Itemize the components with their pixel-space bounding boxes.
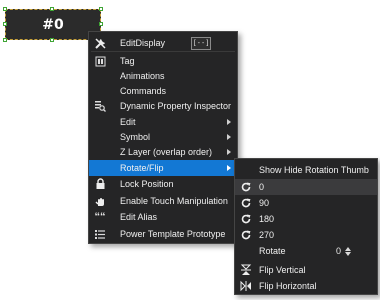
resize-handle-top[interactable] [50, 7, 54, 11]
widget-label: #0 [42, 16, 64, 33]
submenu-arrow-icon [227, 149, 231, 155]
submenu-item-label: Flip Horizontal [259, 281, 317, 291]
rotate-icon [239, 228, 253, 242]
menu-item-label: Tag [120, 56, 135, 66]
submenu-item-rotate-270[interactable]: 270 [235, 227, 377, 243]
menu-divider [91, 51, 235, 52]
submenu-arrow-icon [227, 119, 231, 125]
lock-icon [93, 177, 107, 191]
rotate-icon [239, 196, 253, 210]
rotate-icon [239, 180, 253, 194]
edit-display-button[interactable]: [--] [191, 36, 211, 50]
submenu-item-flip-vertical[interactable]: Flip Vertical [235, 262, 377, 278]
canvas-widget[interactable]: #0 [3, 7, 103, 42]
submenu-item-label: 90 [259, 198, 270, 208]
menu-item-dynamic-property-inspector[interactable]: Dynamic Property Inspector [89, 98, 237, 114]
menu-item-enable-touch-manipulation[interactable]: Enable Touch Manipulation [89, 193, 237, 209]
rotate-label: Rotate [259, 246, 286, 256]
submenu-item-label: 0 [259, 182, 265, 192]
menu-item-label: Symbol [120, 132, 151, 142]
resize-handle-top-left[interactable] [3, 7, 7, 11]
menu-item-label: Animations [120, 71, 165, 81]
menu-item-animations[interactable]: Animations [89, 68, 237, 84]
menu-item-label: Edit Alias [120, 212, 158, 222]
menu-item-label: Enable Touch Manipulation [120, 196, 228, 206]
submenu-item-rotate-180[interactable]: 180 [235, 211, 377, 227]
submenu-arrow-icon [227, 165, 231, 171]
submenu-item-label: 180 [259, 214, 275, 224]
menu-item-label: EditDisplay [120, 38, 166, 48]
tag-icon [93, 54, 107, 68]
resize-handle-top-right[interactable] [99, 7, 103, 11]
submenu-item-rotate-0[interactable]: 0 [235, 179, 377, 195]
rotate-stepper-value[interactable]: 0 [336, 246, 341, 256]
menu-item-label: Commands [120, 86, 167, 96]
submenu-item-show-hide-rotation-thumb[interactable]: Show Hide Rotation Thumb [235, 162, 377, 178]
menu-item-symbol[interactable]: Symbol [89, 129, 237, 145]
rotate-stepper[interactable]: 0 [295, 245, 351, 258]
menu-item-power-template-prototype[interactable]: Power Template Prototype [89, 226, 237, 242]
flip-horizontal-icon [239, 279, 253, 293]
list-icon [93, 227, 107, 241]
menu-item-tag[interactable]: Tag [89, 53, 237, 69]
menu-item-label: Edit [120, 117, 136, 127]
menu-item-label: Power Template Prototype [120, 229, 226, 239]
menu-item-edit[interactable]: Edit [89, 114, 237, 130]
stepper-up-icon[interactable] [345, 246, 351, 251]
resize-handle-bottom[interactable] [50, 38, 54, 42]
rotate-flip-submenu: Show Hide Rotation Thumb 0 90 180 270 Ro… [234, 158, 378, 295]
tools-icon [93, 36, 107, 50]
menu-item-label: Lock Position [120, 179, 174, 189]
menu-item-label: Dynamic Property Inspector [120, 101, 232, 111]
submenu-item-flip-horizontal[interactable]: Flip Horizontal [235, 278, 377, 294]
submenu-arrow-icon [227, 134, 231, 140]
submenu-item-label: 270 [259, 230, 275, 240]
menu-item-z-layer[interactable]: Z Layer (overlap order) [89, 144, 237, 160]
submenu-item-rotate-90[interactable]: 90 [235, 195, 377, 211]
menu-item-commands[interactable]: Commands [89, 83, 237, 99]
rotate-icon [239, 212, 253, 226]
quote-icon: ““ [94, 211, 106, 223]
menu-item-label: Z Layer (overlap order) [120, 147, 213, 157]
touch-icon [93, 194, 107, 208]
context-menu: EditDisplay [--] Tag Animations Commands… [88, 31, 238, 244]
stepper-arrows[interactable] [345, 246, 351, 256]
menu-item-rotate-flip[interactable]: Rotate/Flip [89, 160, 237, 176]
submenu-item-rotate-custom: Rotate 0 [235, 243, 377, 259]
resize-handle-left[interactable] [3, 22, 7, 26]
resize-handle-bottom-left[interactable] [3, 38, 7, 42]
menu-item-label: Rotate/Flip [120, 163, 164, 173]
flip-vertical-icon [239, 263, 253, 277]
submenu-item-label: Flip Vertical [259, 265, 306, 275]
submenu-item-label: Show Hide Rotation Thumb [259, 165, 369, 175]
property-inspector-icon [93, 99, 107, 113]
menu-item-edit-display[interactable]: EditDisplay [--] [89, 35, 237, 51]
resize-handle-right[interactable] [99, 22, 103, 26]
stepper-down-icon[interactable] [345, 251, 351, 256]
menu-item-edit-alias[interactable]: ““ Edit Alias [89, 209, 237, 225]
menu-item-lock-position[interactable]: Lock Position [89, 176, 237, 192]
